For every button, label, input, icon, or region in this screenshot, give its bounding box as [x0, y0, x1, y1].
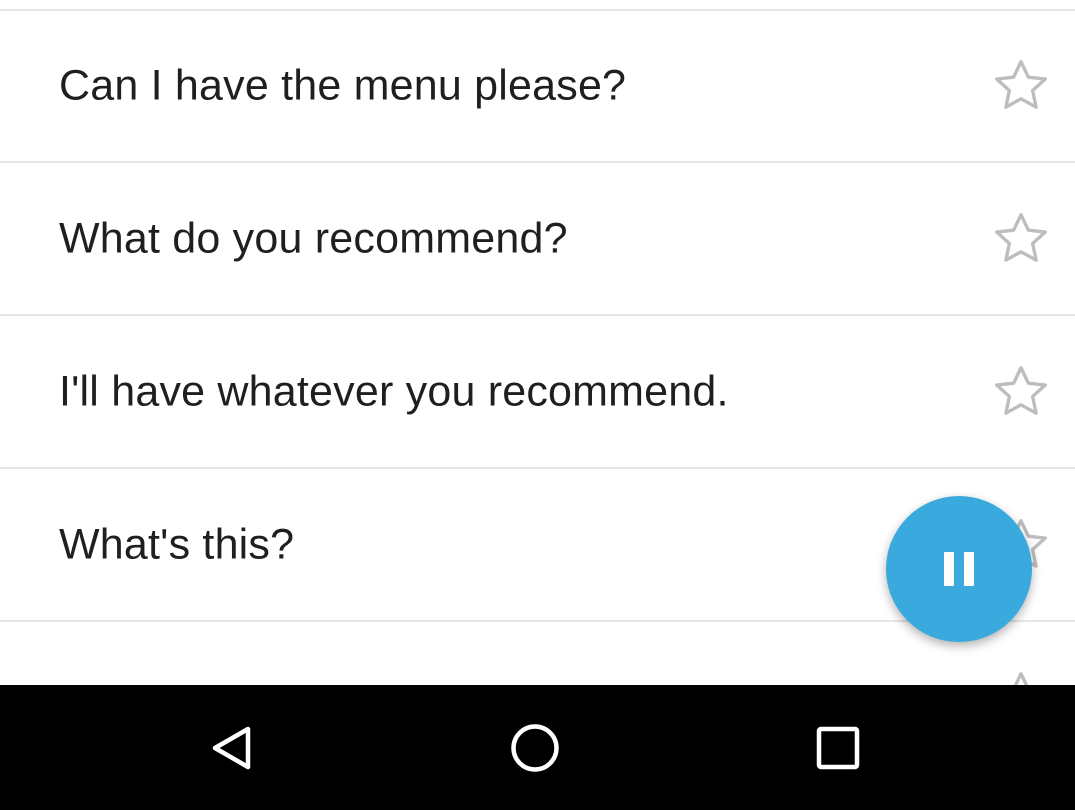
home-button[interactable] — [475, 685, 595, 810]
recents-button[interactable] — [778, 685, 898, 810]
back-triangle-icon — [212, 726, 251, 769]
favorite-star-icon[interactable] — [986, 51, 1056, 121]
recents-square-icon — [816, 726, 860, 769]
pause-icon — [939, 552, 979, 586]
back-button[interactable] — [172, 685, 292, 810]
system-nav-bar — [0, 685, 1075, 810]
phrase-text: I'll have whatever you recommend. — [59, 367, 729, 416]
home-circle-icon — [511, 723, 559, 772]
phrase-item-menu[interactable]: Can I have the menu please? — [0, 11, 1075, 163]
phrasebook-screen: Can I have the menu please? What do you … — [0, 0, 1075, 810]
favorite-star-icon[interactable] — [986, 663, 1056, 685]
phrase-text: Can I have the menu please? — [59, 61, 627, 110]
favorite-star-icon[interactable] — [986, 204, 1056, 274]
phrase-item-whatever[interactable]: I'll have whatever you recommend. — [0, 317, 1075, 469]
phrase-item-recommend[interactable]: What do you recommend? — [0, 164, 1075, 316]
phrase-text: What do you recommend? — [59, 214, 568, 263]
phrase-item-partial[interactable] — [0, 623, 1075, 685]
favorite-star-icon[interactable] — [986, 357, 1056, 427]
pause-button[interactable] — [886, 496, 1032, 642]
phrase-text: What's this? — [59, 520, 295, 569]
